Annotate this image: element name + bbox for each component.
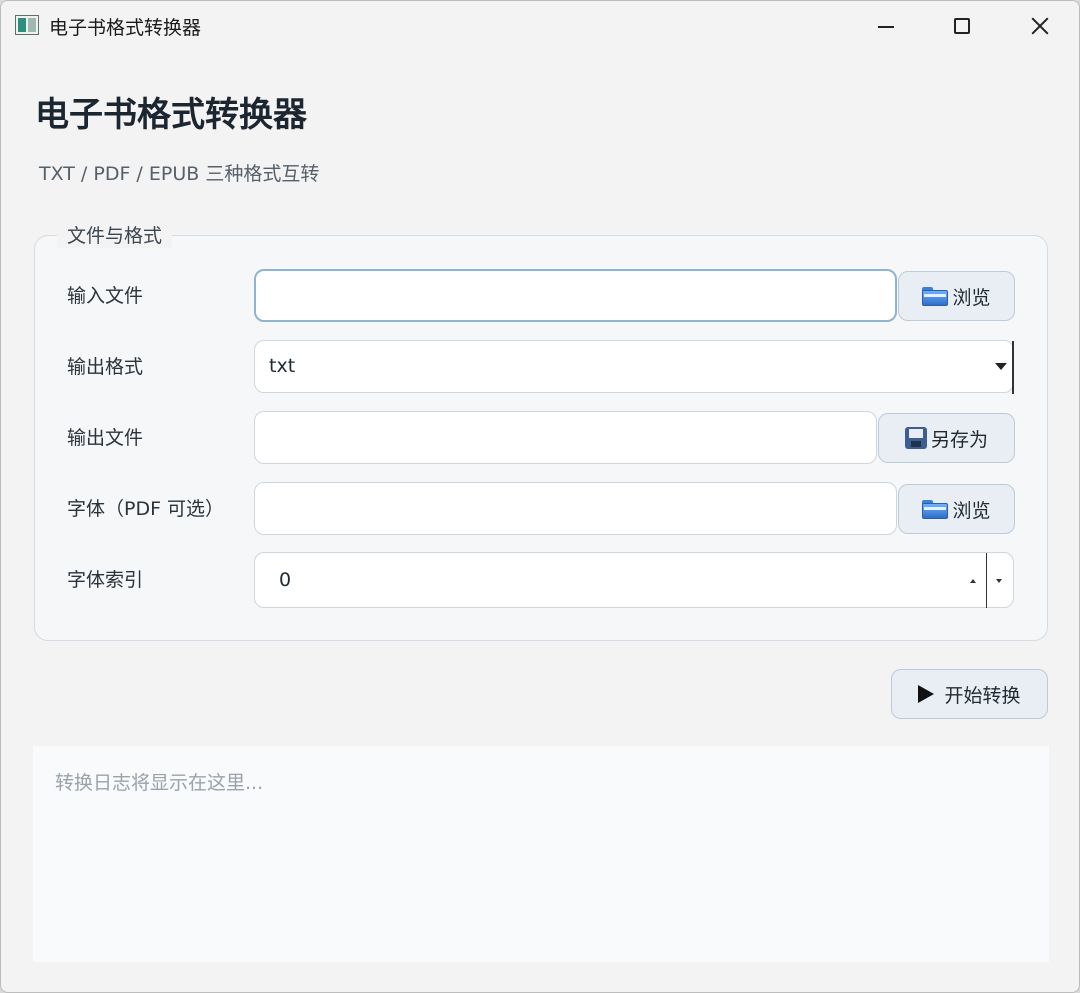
font-browse-button[interactable]: 浏览 — [898, 484, 1015, 534]
maximize-button[interactable] — [923, 1, 1001, 51]
spin-up-icon[interactable] — [970, 579, 976, 583]
window-title: 电子书格式转换器 — [49, 17, 202, 39]
input-browse-button[interactable]: 浏览 — [898, 271, 1015, 321]
floppy-disk-icon — [904, 427, 927, 449]
log-placeholder: 转换日志将显示在这里... — [55, 772, 264, 794]
output-format-value: txt — [269, 355, 296, 377]
input-file-field[interactable] — [254, 269, 897, 322]
font-field[interactable] — [254, 482, 897, 535]
maximize-icon — [954, 18, 970, 34]
title-bar: 电子书格式转换器 — [1, 1, 1079, 51]
start-convert-button[interactable]: 开始转换 — [891, 669, 1048, 719]
page-subtitle: TXT / PDF / EPUB 三种格式互转 — [39, 163, 320, 185]
close-icon — [1031, 17, 1049, 35]
group-legend: 文件与格式 — [57, 221, 173, 248]
font-index-label: 字体索引 — [67, 569, 144, 591]
save-as-button[interactable]: 另存为 — [878, 413, 1015, 463]
play-icon — [918, 685, 935, 703]
spin-down-icon[interactable] — [996, 579, 1002, 583]
page-title: 电子书格式转换器 — [35, 95, 307, 135]
log-textarea[interactable]: 转换日志将显示在这里... — [33, 746, 1049, 962]
input-browse-label: 浏览 — [952, 286, 991, 309]
output-file-label: 输出文件 — [67, 427, 144, 449]
font-index-spinbox[interactable]: 0 — [254, 552, 1014, 608]
start-convert-label: 开始转换 — [944, 684, 1021, 707]
output-file-field[interactable] — [254, 411, 877, 464]
folder-icon — [922, 286, 949, 306]
output-format-label: 输出格式 — [67, 356, 144, 378]
app-window: 电子书格式转换器 电子书格式转换器 TXT / PDF / EPUB 三种格式互… — [0, 0, 1080, 993]
font-label: 字体（PDF 可选） — [67, 498, 225, 520]
app-icon — [15, 15, 39, 35]
chevron-down-icon — [995, 363, 1007, 370]
font-browse-label: 浏览 — [952, 499, 991, 522]
save-as-label: 另存为 — [930, 428, 988, 451]
minimize-button[interactable] — [847, 1, 925, 51]
close-button[interactable] — [1001, 1, 1079, 51]
output-format-select[interactable]: txt — [254, 340, 1014, 394]
font-index-value: 0 — [279, 569, 292, 591]
folder-icon — [922, 499, 949, 519]
input-file-label: 输入文件 — [67, 285, 144, 307]
minimize-icon — [878, 26, 894, 28]
